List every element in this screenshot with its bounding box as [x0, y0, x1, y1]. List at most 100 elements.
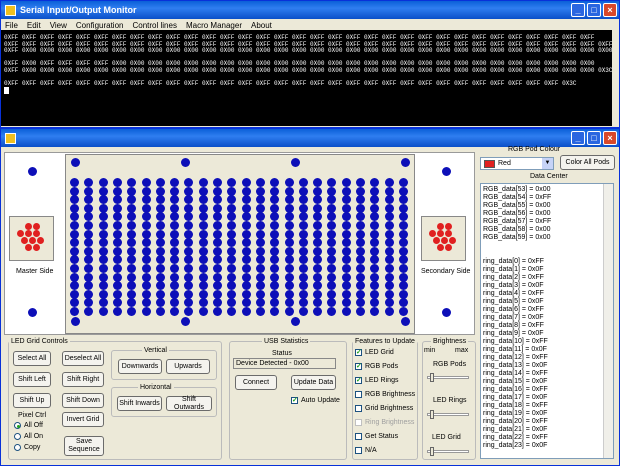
serial-output-terminal[interactable]: 0XFF 0XFF 0XFF 0XFF 0XFF 0XFF 0XFF 0XFF … — [1, 30, 612, 126]
grid-led[interactable] — [313, 281, 323, 291]
rgb-led[interactable] — [445, 244, 452, 251]
rgb-led[interactable] — [437, 230, 444, 237]
grid-led[interactable] — [255, 307, 265, 316]
ring-led[interactable] — [71, 317, 80, 326]
grid-led[interactable] — [241, 307, 251, 316]
grid-led[interactable] — [84, 281, 94, 291]
grid-led[interactable] — [184, 281, 194, 291]
grid-led[interactable] — [84, 238, 94, 248]
grid-led[interactable] — [213, 307, 222, 316]
ring-led[interactable] — [401, 158, 410, 167]
grid-led[interactable] — [327, 264, 337, 273]
grid-led[interactable] — [255, 281, 265, 291]
grid-led[interactable] — [270, 178, 280, 187]
rgb-led[interactable] — [17, 230, 24, 237]
grid-led[interactable] — [313, 221, 323, 230]
grid-led[interactable] — [112, 238, 122, 248]
grid-led[interactable] — [327, 195, 337, 205]
grid-led[interactable] — [313, 195, 323, 205]
slider-thumb[interactable] — [429, 373, 434, 382]
grid-led[interactable] — [241, 221, 251, 230]
feature-checkbox[interactable]: ✓ LED Grid — [355, 349, 394, 356]
grid-led[interactable] — [227, 195, 237, 205]
ring-led[interactable] — [401, 317, 410, 326]
grid-led[interactable] — [298, 221, 308, 230]
grid-led[interactable] — [284, 264, 294, 273]
grid-led[interactable] — [370, 195, 380, 205]
data-center-row[interactable]: ring_data[2] = 0xFF — [483, 274, 611, 282]
grid-led[interactable] — [112, 281, 122, 291]
grid-led[interactable] — [70, 281, 79, 291]
grid-led[interactable] — [241, 178, 251, 187]
data-center-row[interactable]: ring_data[10] = 0xFF — [483, 338, 611, 346]
grid-led[interactable] — [213, 195, 222, 205]
grid-led[interactable] — [127, 221, 137, 230]
led-rings-slider[interactable] — [427, 410, 469, 419]
grid-led[interactable] — [98, 264, 108, 273]
grid-led[interactable] — [384, 238, 394, 248]
grid-led[interactable] — [170, 264, 180, 273]
data-center-row[interactable]: ring_data[15] = 0x0F — [483, 378, 611, 386]
feature-checkbox[interactable]: Ring Brightness — [355, 419, 414, 426]
data-center-row[interactable]: ring_data[20] = 0xFF — [483, 418, 611, 426]
data-center-row[interactable]: RGB_data[53] = 0x00 — [483, 186, 611, 194]
ring-led[interactable] — [442, 167, 451, 176]
menu-view[interactable]: View — [50, 21, 67, 30]
grid-led[interactable] — [356, 307, 365, 316]
grid-led[interactable] — [341, 238, 351, 248]
close-icon[interactable]: × — [603, 131, 617, 145]
grid-led[interactable] — [313, 238, 323, 248]
grid-led[interactable] — [341, 178, 351, 187]
save-sequence-button[interactable]: Save Sequence — [64, 436, 104, 456]
grid-led[interactable] — [98, 178, 108, 187]
data-center-scrollbar[interactable] — [603, 184, 613, 458]
grid-led[interactable] — [227, 281, 237, 291]
grid-led[interactable] — [170, 221, 180, 230]
grid-led[interactable] — [112, 307, 122, 316]
grid-led[interactable] — [398, 178, 408, 187]
led-grid[interactable] — [65, 154, 415, 334]
grid-led[interactable] — [370, 281, 380, 291]
grid-led[interactable] — [298, 264, 308, 273]
upwards-button[interactable]: Upwards — [166, 359, 210, 374]
data-center-row[interactable]: ring_data[21] = 0x0F — [483, 426, 611, 434]
grid-led[interactable] — [327, 178, 337, 187]
color-all-pods-button[interactable]: Color All Pods — [560, 155, 615, 170]
grid-led[interactable] — [284, 178, 294, 187]
master-rgb-pod[interactable] — [9, 216, 54, 261]
grid-led[interactable] — [270, 281, 280, 291]
rgb-led[interactable] — [437, 244, 444, 251]
controller-titlebar[interactable]: _ □ × — [1, 129, 619, 147]
rgb-led[interactable] — [37, 237, 44, 244]
update-data-button[interactable]: Update Data — [291, 375, 336, 390]
grid-led[interactable] — [298, 307, 308, 316]
grid-led[interactable] — [70, 221, 79, 230]
data-center-row[interactable]: RGB_data[58] = 0x00 — [483, 226, 611, 234]
grid-led[interactable] — [298, 281, 308, 291]
grid-led[interactable] — [198, 281, 208, 291]
grid-led[interactable] — [313, 178, 323, 187]
serial-monitor-titlebar[interactable]: Serial Input/Output Monitor _ □ × — [1, 1, 619, 19]
invert-grid-button[interactable]: Invert Grid — [62, 412, 104, 427]
grid-led[interactable] — [356, 195, 365, 205]
menu-macro-manager[interactable]: Macro Manager — [186, 21, 242, 30]
data-center-row[interactable]: ring_data[11] = 0x0F — [483, 346, 611, 354]
grid-led[interactable] — [384, 307, 394, 316]
grid-led[interactable] — [112, 221, 122, 230]
grid-led[interactable] — [255, 238, 265, 248]
data-center-row[interactable]: ring_data[3] = 0x0F — [483, 282, 611, 290]
grid-led[interactable] — [155, 221, 165, 230]
grid-led[interactable] — [255, 195, 265, 205]
menu-about[interactable]: About — [251, 21, 272, 30]
data-center-row[interactable]: RGB_data[57] = 0xFF — [483, 218, 611, 226]
grid-led[interactable] — [298, 195, 308, 205]
rgb-led[interactable] — [429, 230, 436, 237]
grid-led[interactable] — [270, 238, 280, 248]
ring-led[interactable] — [181, 158, 190, 167]
grid-led[interactable] — [155, 238, 165, 248]
data-center-row[interactable]: ring_data[18] = 0xFF — [483, 402, 611, 410]
close-icon[interactable]: × — [603, 3, 617, 17]
data-center-row[interactable]: ring_data[0] = 0xFF — [483, 258, 611, 266]
rgb-led[interactable] — [445, 230, 452, 237]
grid-led[interactable] — [227, 178, 237, 187]
